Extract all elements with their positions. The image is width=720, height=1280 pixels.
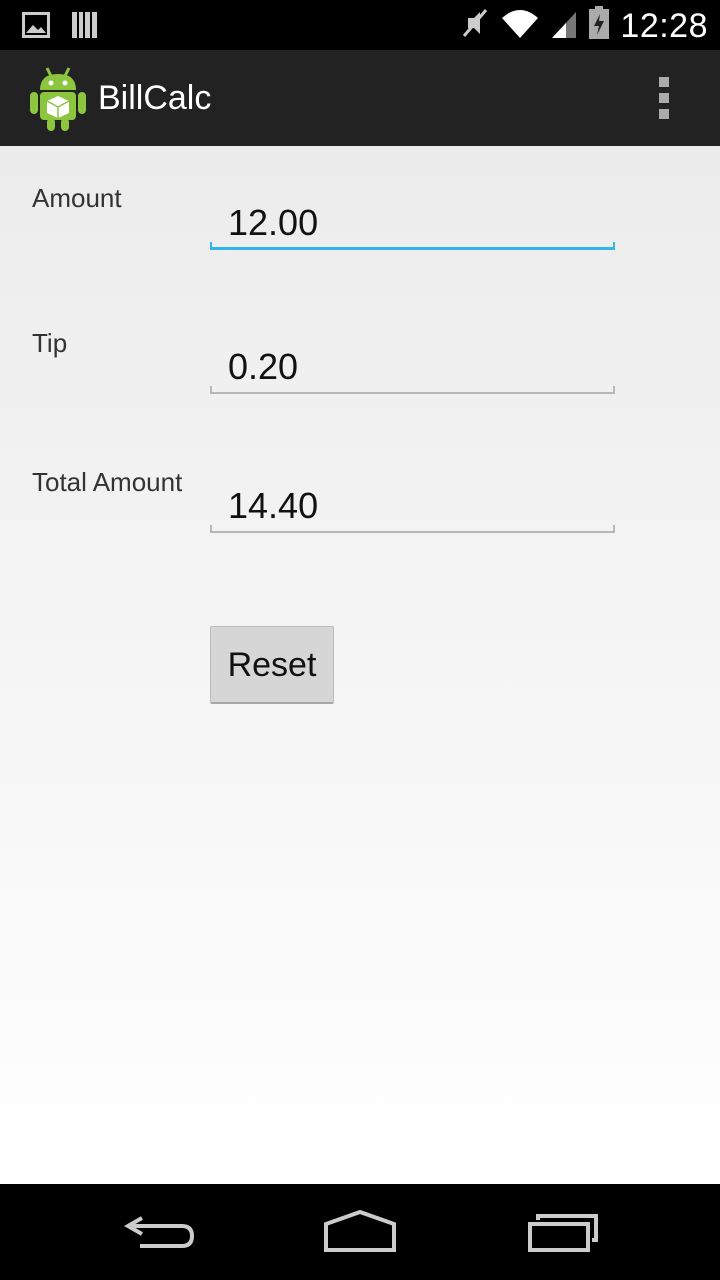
recents-icon[interactable]	[522, 1208, 602, 1256]
android-app-icon[interactable]	[28, 64, 88, 132]
status-clock: 12:28	[620, 6, 708, 45]
screen: 12:28 BillCalc Amount 12.00 Tip 0.20 Tot…	[0, 0, 720, 1280]
amount-input[interactable]: 12.00	[210, 196, 615, 250]
barcode-icon	[72, 10, 98, 45]
wifi-icon	[500, 6, 540, 45]
signal-icon	[550, 6, 578, 45]
status-bar: 12:28	[0, 0, 720, 50]
overflow-menu-icon[interactable]	[650, 74, 678, 124]
action-bar: BillCalc	[0, 50, 720, 146]
main-content: Amount 12.00 Tip 0.20 Total Amount 14.40…	[0, 146, 720, 1184]
total-amount-label: Total Amount	[32, 467, 183, 497]
tip-input[interactable]: 0.20	[210, 340, 615, 394]
home-icon[interactable]	[320, 1208, 400, 1256]
battery-charging-icon	[588, 6, 610, 45]
image-icon	[22, 12, 50, 43]
mute-icon	[460, 6, 490, 45]
app-title: BillCalc	[98, 79, 212, 117]
tip-label: Tip	[32, 328, 68, 358]
navigation-bar	[0, 1184, 720, 1280]
reset-button[interactable]: Reset	[210, 626, 334, 704]
amount-value: 12.00	[228, 202, 319, 243]
total-amount-input[interactable]: 14.40	[210, 479, 615, 533]
total-amount-value: 14.40	[228, 485, 319, 526]
tip-value: 0.20	[228, 346, 299, 387]
amount-label: Amount	[32, 183, 122, 213]
back-icon[interactable]	[120, 1208, 200, 1256]
